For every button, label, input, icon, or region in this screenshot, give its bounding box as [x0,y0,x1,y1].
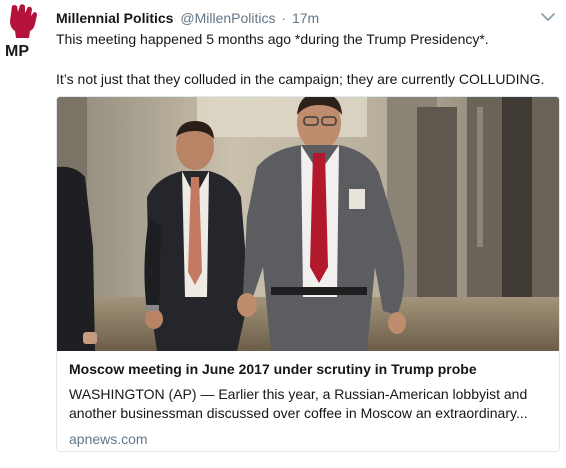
raised-fist-logo: MP [5,4,37,60]
card-description: WASHINGTON (AP) — Earlier this year, a R… [69,385,551,423]
avatar[interactable]: MP [0,4,50,60]
tweet-text: This meeting happened 5 months ago *duri… [56,29,556,89]
timestamp[interactable]: 17m [292,10,319,26]
card-description-line: another businessman discussed over coffe… [69,405,528,421]
tweet[interactable]: MP Millennial Politics @MillenPolitics ·… [0,0,566,468]
avatar-logo-text: MP [5,43,29,60]
author-handle[interactable]: @MillenPolitics [180,10,275,26]
tweet-text-line: It’s not just that they colluded in the … [56,71,545,87]
separator-dot: · [281,10,287,26]
card-description-line: WASHINGTON (AP) — Earlier this year, a R… [69,386,528,402]
link-card[interactable]: Moscow meeting in June 2017 under scruti… [56,96,560,452]
card-domain[interactable]: apnews.com [69,430,551,449]
chevron-down-icon[interactable] [540,10,556,22]
card-body: Moscow meeting in June 2017 under scruti… [69,359,551,449]
card-title[interactable]: Moscow meeting in June 2017 under scruti… [69,359,551,379]
tweet-text-line: This meeting happened 5 months ago *duri… [56,31,489,47]
tweet-header: Millennial Politics @MillenPolitics · 17… [56,8,546,28]
card-image[interactable] [57,97,559,351]
author-name[interactable]: Millennial Politics [56,10,173,26]
